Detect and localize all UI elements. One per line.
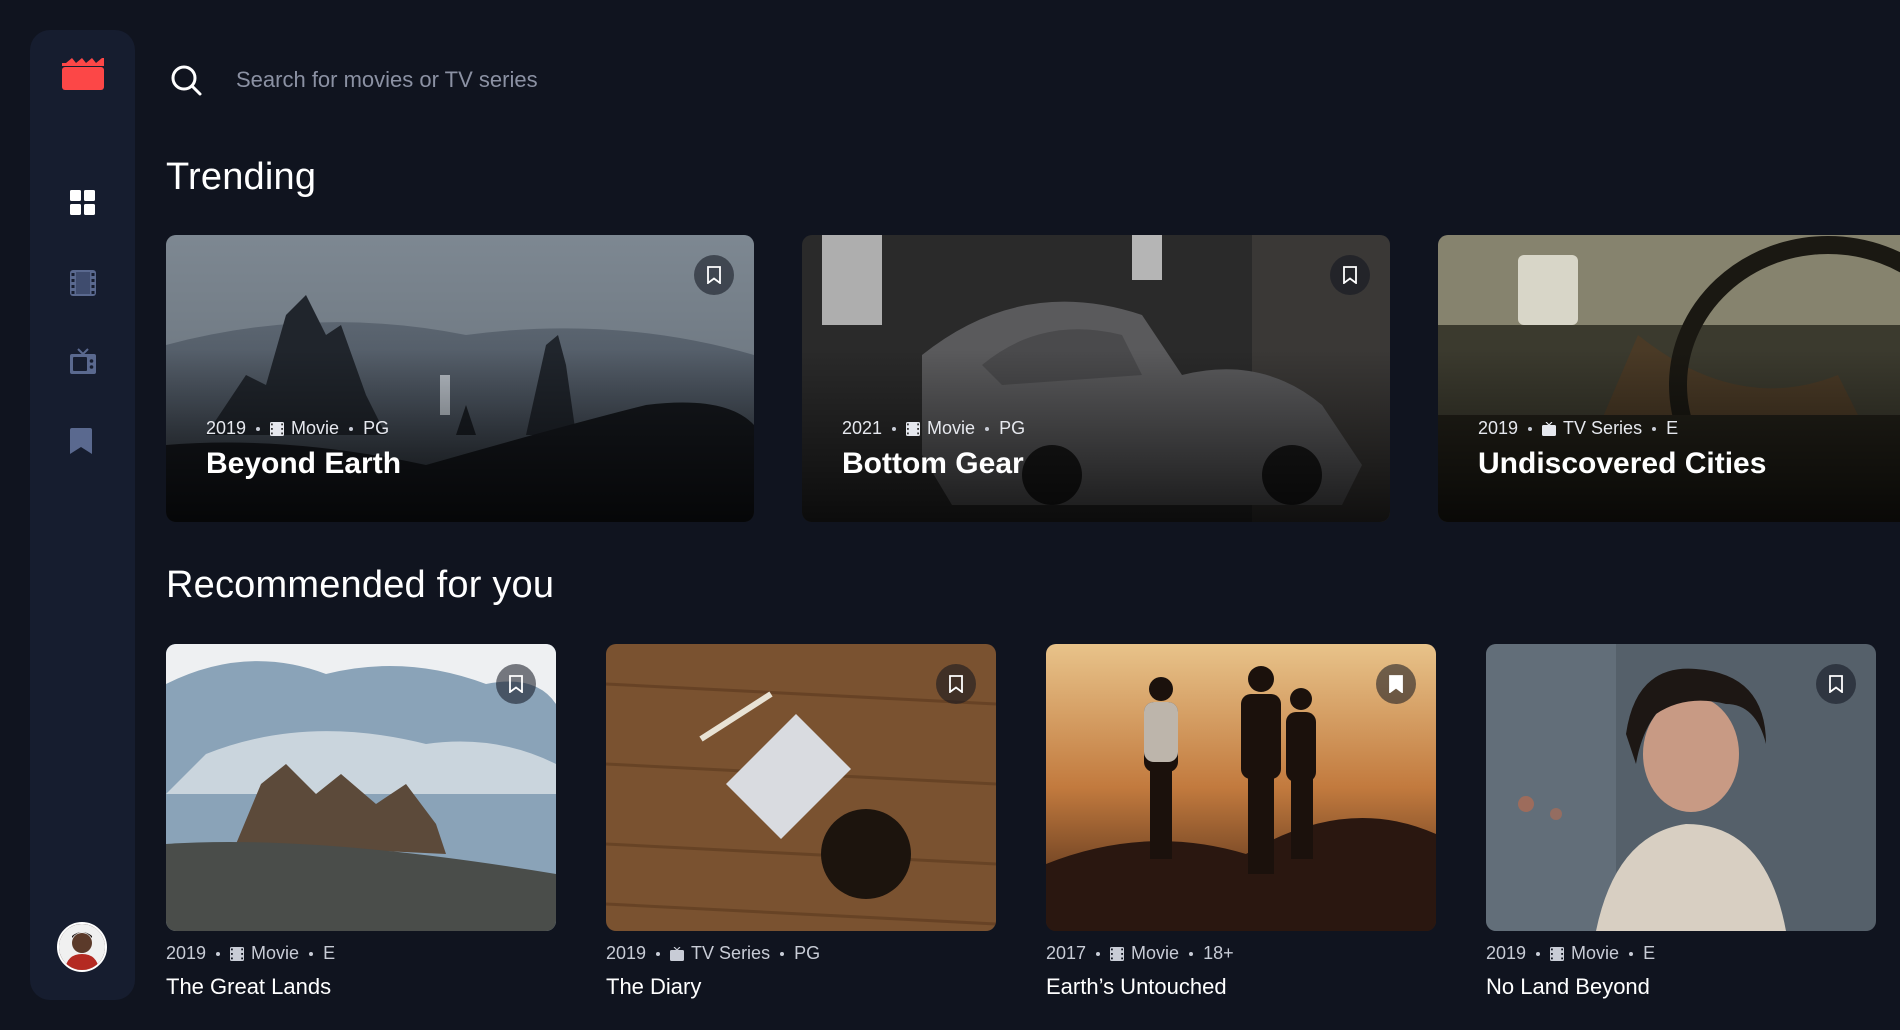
nav-home-grid-icon[interactable] — [70, 190, 96, 221]
card-title: The Diary — [606, 974, 702, 999]
card-meta: 2019 Movie PG — [206, 418, 389, 439]
card-category: Movie — [251, 943, 300, 963]
card-title: Earth’s Untouched — [1046, 974, 1227, 999]
bookmark-icon — [1343, 266, 1357, 284]
card-title: Beyond Earth — [206, 447, 402, 480]
card-year: 2019 — [606, 943, 647, 963]
search-input[interactable] — [236, 67, 1036, 93]
card-year: 2019 — [206, 418, 247, 438]
sidebar — [30, 30, 135, 1000]
card-year: 2019 — [166, 943, 207, 963]
recommended-section-title: Recommended for you — [166, 564, 555, 606]
tv-icon — [670, 946, 685, 961]
card-year: 2019 — [1478, 418, 1519, 438]
clapperboard-icon[interactable] — [62, 57, 104, 96]
recommended-grid: 2019 Movie E The Great Lands 2019 TV Ser… — [166, 644, 1900, 1004]
bookmark-icon — [949, 675, 963, 693]
bookmark-icon — [1389, 675, 1403, 693]
bookmark-icon — [509, 675, 523, 693]
card-meta: 2017 Movie 18+ — [1046, 943, 1234, 964]
bookmark-button[interactable] — [1376, 664, 1416, 704]
recommended-thumbnail[interactable] — [606, 644, 996, 931]
search-bar — [166, 52, 1066, 108]
film-icon — [230, 946, 245, 961]
recommended-thumbnail[interactable] — [1046, 644, 1436, 931]
film-icon — [1550, 946, 1565, 961]
recommended-card[interactable]: 2019 TV Series PG The Diary — [606, 644, 996, 1004]
card-rating: 18+ — [1203, 943, 1234, 963]
card-rating: E — [1643, 943, 1656, 963]
bookmark-icon — [707, 266, 721, 284]
card-category: Movie — [1131, 943, 1180, 963]
bookmark-button[interactable] — [1816, 664, 1856, 704]
recommended-thumbnail[interactable] — [166, 644, 556, 931]
trending-carousel[interactable]: 2019 Movie PG Beyond Earth 2021 Movie PG… — [166, 235, 1900, 522]
card-meta: 2019 Movie E — [1486, 943, 1655, 964]
card-year: 2019 — [1486, 943, 1527, 963]
card-meta: 2019 TV Series E — [1478, 418, 1678, 439]
card-rating: PG — [794, 943, 821, 963]
bookmark-icon — [1829, 675, 1843, 693]
tv-icon — [1542, 421, 1557, 436]
card-title: Undiscovered Cities — [1478, 447, 1767, 480]
card-year: 2021 — [842, 418, 883, 438]
card-category: Movie — [927, 418, 976, 438]
card-meta: 2019 Movie E — [166, 943, 335, 964]
film-icon — [270, 421, 285, 436]
trending-card[interactable]: 2021 Movie PG Bottom Gear — [802, 235, 1390, 522]
card-category: Movie — [1571, 943, 1620, 963]
card-title: No Land Beyond — [1486, 974, 1650, 999]
bookmark-button[interactable] — [936, 664, 976, 704]
recommended-card[interactable]: 2017 Movie 18+ Earth’s Untouched — [1046, 644, 1436, 1004]
card-rating: E — [323, 943, 336, 963]
card-title: Bottom Gear — [842, 447, 1024, 480]
recommended-card[interactable]: 2019 Movie E The Great Lands — [166, 644, 556, 1004]
search-icon[interactable] — [166, 60, 206, 100]
card-category: TV Series — [691, 943, 771, 963]
card-year: 2017 — [1046, 943, 1087, 963]
card-rating: PG — [999, 418, 1026, 438]
nav-tv-series-icon[interactable] — [70, 348, 96, 379]
recommended-thumbnail[interactable] — [1486, 644, 1876, 931]
card-title: The Great Lands — [166, 974, 332, 999]
avatar[interactable] — [57, 922, 107, 972]
card-category: TV Series — [1563, 418, 1643, 438]
trending-card[interactable]: 2019 Movie PG Beyond Earth — [166, 235, 754, 522]
card-category: Movie — [291, 418, 340, 438]
film-icon — [1110, 946, 1125, 961]
trending-section-title: Trending — [166, 156, 317, 198]
card-rating: PG — [363, 418, 390, 438]
bookmark-button[interactable] — [1330, 255, 1370, 295]
card-meta: 2019 TV Series PG — [606, 943, 820, 964]
bookmark-button[interactable] — [694, 255, 734, 295]
recommended-card[interactable]: 2019 Movie E No Land Beyond — [1486, 644, 1876, 1004]
nav-movies-film-icon[interactable] — [70, 270, 96, 301]
card-meta: 2021 Movie PG — [842, 418, 1025, 439]
film-icon — [906, 421, 921, 436]
bookmark-button[interactable] — [496, 664, 536, 704]
trending-card[interactable]: 2019 TV Series E Undiscovered Cities — [1438, 235, 1900, 522]
card-rating: E — [1666, 418, 1679, 438]
nav-bookmark-icon[interactable] — [70, 428, 92, 459]
